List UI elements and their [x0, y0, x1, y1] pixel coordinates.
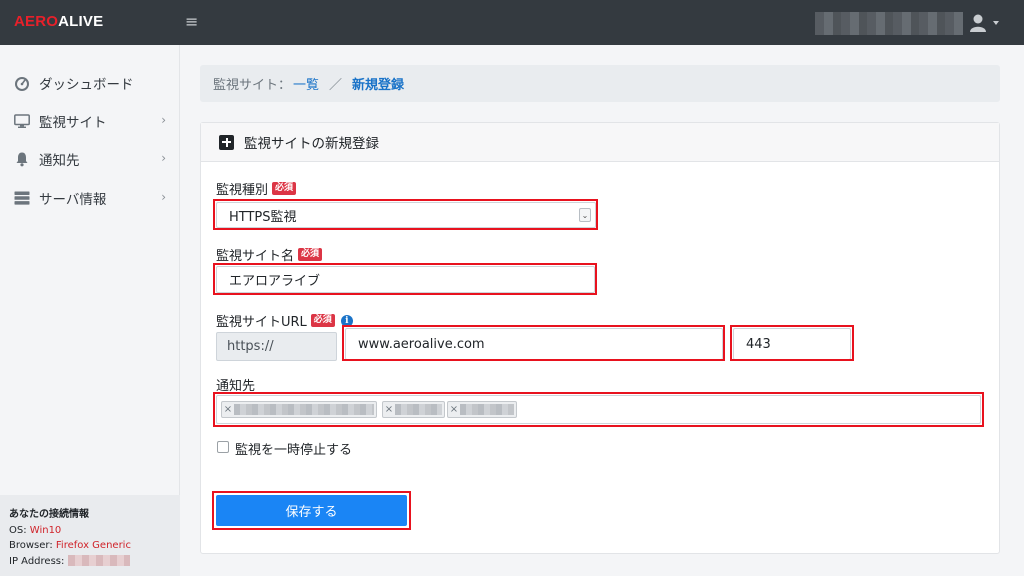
required-badge: 必須	[310, 314, 335, 327]
site-name-label: 監視サイト名 必須	[216, 245, 323, 264]
chevron-right-icon: ›	[161, 190, 166, 204]
brand-logo[interactable]: AEROALIVE	[14, 13, 103, 30]
breadcrumb-current: 新規登録	[352, 78, 405, 93]
server-icon	[14, 190, 30, 206]
site-url-label: 監視サイトURL 必須 i	[216, 311, 353, 330]
monitor-type-label: 監視種別 必須	[216, 179, 297, 198]
dashboard-icon	[14, 75, 30, 91]
sidebar-item-notifications[interactable]: 通知先 ›	[0, 144, 180, 174]
brand-logo-aero: AERO	[14, 13, 59, 30]
connection-info-title: あなたの接続情報	[9, 509, 89, 520]
site-url-input[interactable]: www.aeroalive.com	[345, 328, 723, 360]
card-title: 監視サイトの新規登録	[244, 136, 379, 152]
user-icon	[970, 14, 999, 32]
username-redacted	[815, 12, 963, 35]
site-name-input[interactable]: エアロアライブ	[216, 266, 595, 293]
sidebar-item-dashboard[interactable]: ダッシュボード	[0, 68, 180, 98]
sidebar-item-monitor-sites[interactable]: 監視サイト ›	[0, 106, 180, 136]
monitor-type-select[interactable]: HTTPS監視 ⌄	[216, 202, 596, 228]
pause-monitoring-checkbox[interactable]	[217, 441, 229, 453]
notify-target-tag: ×	[221, 401, 377, 418]
connection-os: OS: Win10	[9, 524, 62, 536]
brand-logo-alive: ALIVE	[58, 13, 104, 30]
chevron-right-icon: ›	[161, 113, 166, 127]
bell-icon	[14, 151, 30, 167]
port-input[interactable]: 443	[733, 328, 851, 360]
info-icon[interactable]: i	[340, 314, 353, 327]
card-header: 監視サイトの新規登録	[201, 123, 999, 162]
monitor-icon	[14, 113, 30, 129]
notify-target-tag: ×	[382, 401, 445, 418]
user-menu-button[interactable]	[968, 12, 1008, 34]
notify-target-tag: ×	[447, 401, 517, 418]
connection-ip: IP Address:	[9, 554, 180, 570]
sidebar-item-server-info[interactable]: サーバ情報 ›	[0, 183, 180, 213]
connection-info-panel: あなたの接続情報 OS: Win10 Browser: Firefox Gene…	[0, 495, 180, 576]
plus-square-icon	[219, 134, 234, 150]
breadcrumb-separator: ／	[329, 78, 343, 93]
breadcrumb-link-list[interactable]: 一覧	[293, 74, 319, 93]
url-scheme-prefix: https://	[216, 332, 337, 361]
pause-monitoring-label[interactable]: 監視を一時停止する	[235, 439, 352, 458]
save-button[interactable]: 保存する	[216, 495, 407, 526]
sidebar-item-label: 通知先	[39, 153, 80, 169]
breadcrumb-section: 監視サイト：	[213, 78, 292, 93]
sidebar-toggle-icon[interactable]: ≡	[185, 12, 198, 31]
chevron-down-icon: ⌄	[579, 208, 591, 222]
chevron-down-icon	[993, 21, 999, 25]
sidebar-item-label: サーバ情報	[39, 192, 107, 208]
sidebar: ダッシュボード 監視サイト › 通知先 › サーバ情報 › あなたの接続情報 O…	[0, 45, 180, 576]
remove-tag-icon[interactable]: ×	[222, 404, 234, 415]
connection-browser: Browser: Firefox Generic	[9, 540, 131, 551]
remove-tag-icon[interactable]: ×	[448, 404, 460, 415]
sidebar-item-label: ダッシュボード	[39, 77, 134, 93]
sidebar-item-label: 監視サイト	[39, 115, 107, 131]
required-badge: 必須	[272, 182, 297, 195]
remove-tag-icon[interactable]: ×	[383, 404, 395, 415]
breadcrumb: 監視サイト： 一覧 ／ 新規登録	[200, 65, 1000, 102]
notify-label: 通知先	[216, 379, 256, 394]
chevron-right-icon: ›	[161, 151, 166, 165]
ip-redacted	[67, 555, 130, 566]
required-badge: 必須	[298, 248, 323, 261]
top-navbar: AEROALIVE ≡	[0, 0, 1024, 45]
